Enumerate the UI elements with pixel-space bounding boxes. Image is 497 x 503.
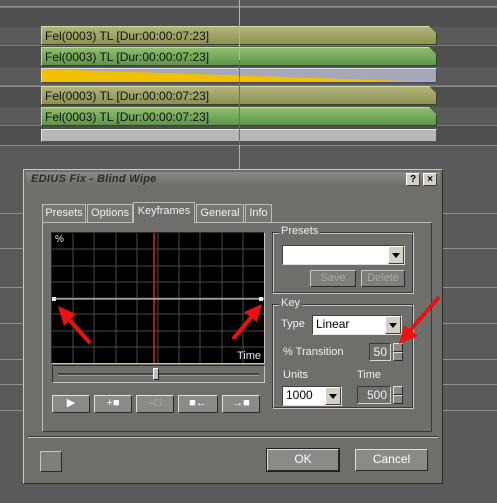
annotation-arrows: [58, 295, 441, 345]
annotation-arrow-right: [231, 304, 262, 341]
tab-keyframes[interactable]: Keyframes: [133, 202, 195, 223]
annotation-arrow-left: [58, 306, 92, 345]
annotation-arrow-spinner: [399, 295, 441, 344]
